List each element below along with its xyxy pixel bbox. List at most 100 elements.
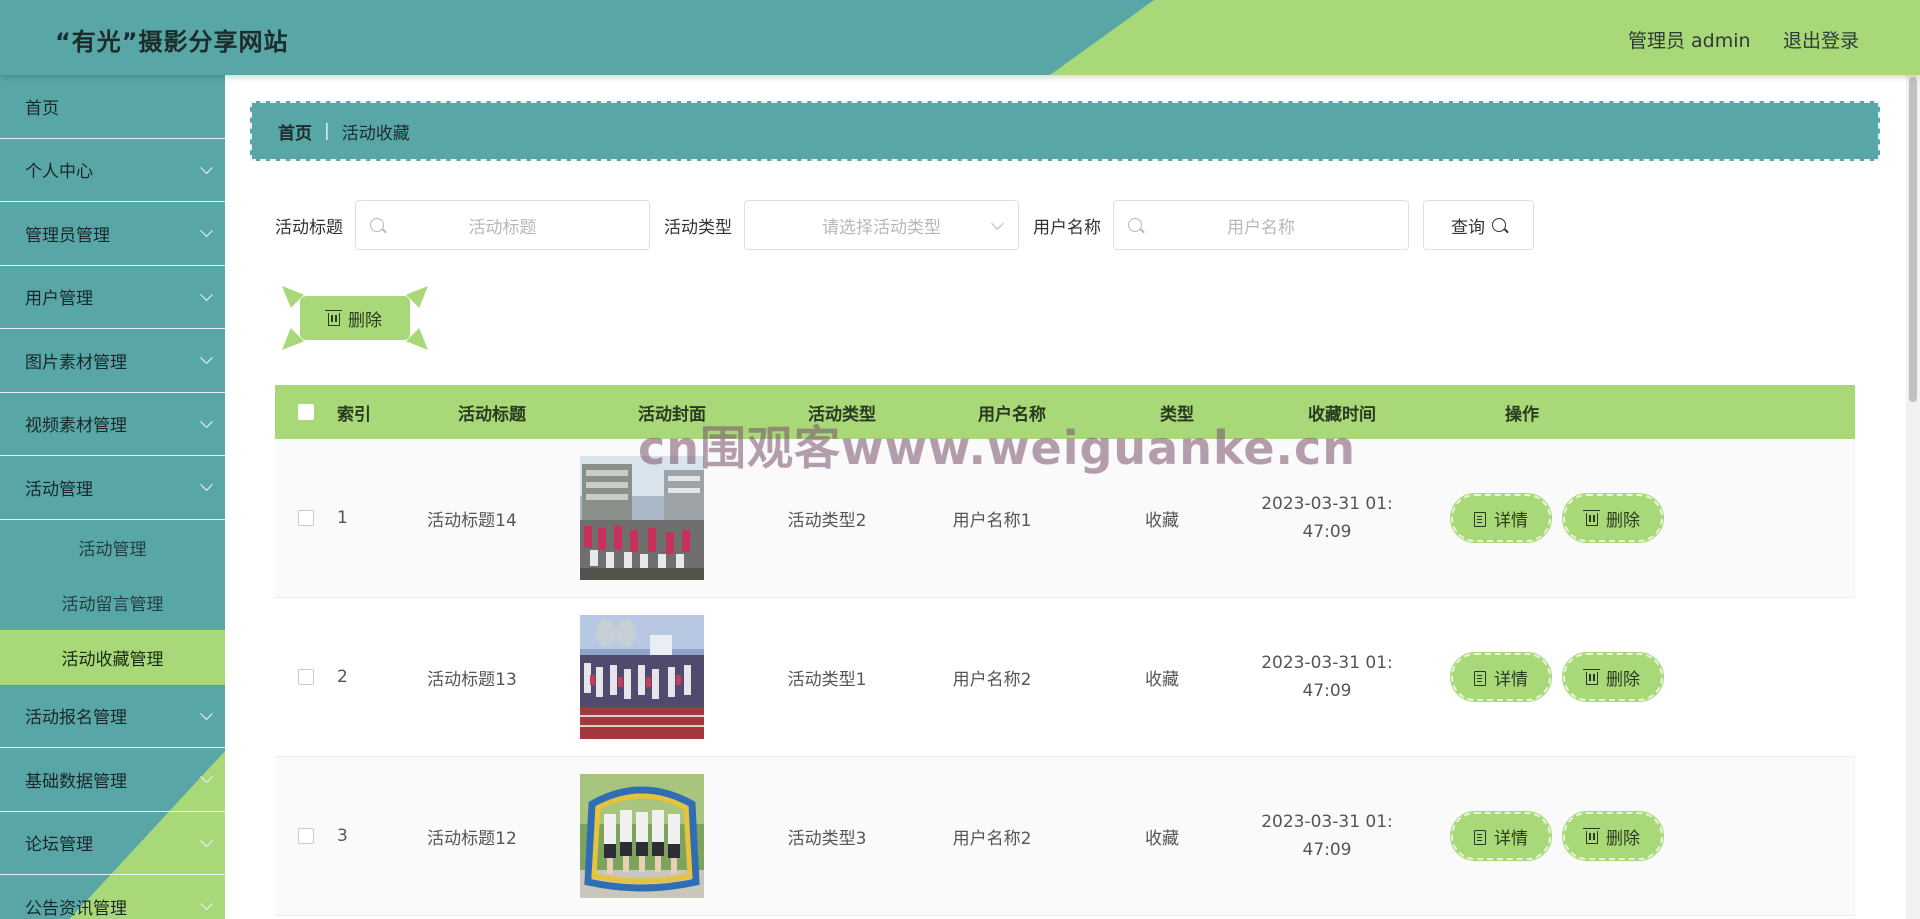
delete-label: 删除 <box>1606 669 1640 690</box>
cell-cover <box>537 615 747 739</box>
delete-label: 删除 <box>1606 828 1640 849</box>
col-title: 活动标题 <box>458 404 526 425</box>
scrollbar-thumb[interactable] <box>1909 77 1917 402</box>
sidebar-item-label: 个人中心 <box>25 162 93 183</box>
sidebar-subitem-activity-favorites[interactable]: 活动收藏管理 <box>0 629 225 685</box>
activity-cover-image[interactable] <box>580 615 704 739</box>
cell-time-wrap: 2023-03-31 01:47:09 <box>1247 808 1407 864</box>
activity-type-select[interactable]: 请选择活动类型 <box>744 200 1019 250</box>
table-row: 3 活动标题12 活动类型3 用户名称2 收藏 2023-03-31 01:47… <box>275 757 1855 916</box>
breadcrumb-home[interactable]: 首页 <box>278 119 312 144</box>
batch-delete-button[interactable]: 删除 <box>300 296 410 340</box>
logout-link[interactable]: 退出登录 <box>1783 26 1859 53</box>
query-button[interactable]: 查询 <box>1423 200 1534 250</box>
user-name-input[interactable]: 用户名称 <box>1113 200 1409 250</box>
delete-button[interactable]: 删除 <box>1562 493 1664 543</box>
cell-type: 活动类型1 <box>787 669 867 690</box>
cell-kind: 收藏 <box>1145 828 1179 849</box>
activity-title-input[interactable]: 活动标题 <box>355 200 650 250</box>
cell-time: 2023-03-31 01:47:09 <box>1261 653 1393 701</box>
cell-time: 2023-03-31 01:47:09 <box>1261 494 1393 542</box>
sidebar-item-activity-management[interactable]: 活动管理 <box>0 456 225 520</box>
delete-button[interactable]: 删除 <box>1562 811 1664 861</box>
activity-type-label: 活动类型 <box>664 217 732 238</box>
row-checkbox-cell <box>275 510 337 526</box>
site-title: “有光”摄影分享网站 <box>55 28 289 56</box>
cell-user: 用户名称2 <box>952 828 1032 849</box>
watermark: cn围观客www.weiguanke.cn <box>638 421 1357 475</box>
document-icon <box>1474 670 1486 686</box>
trash-icon <box>1583 827 1600 844</box>
cell-time-wrap: 2023-03-31 01:47:09 <box>1247 649 1407 705</box>
sidebar-item-home[interactable]: 首页 <box>0 75 225 139</box>
chevron-down-icon <box>200 161 213 174</box>
cell-type: 活动类型2 <box>787 510 867 531</box>
breadcrumb: 首页 | 活动收藏 <box>250 101 1880 161</box>
cell-kind: 收藏 <box>1145 669 1179 690</box>
sidebar-item-label: 活动报名管理 <box>25 708 127 729</box>
cell-user: 用户名称1 <box>952 510 1032 531</box>
select-all-checkbox[interactable] <box>298 404 314 420</box>
cell-time: 2023-03-31 01:47:09 <box>1261 812 1393 860</box>
chevron-down-icon <box>200 415 213 428</box>
sidebar-item-forum[interactable]: 论坛管理 <box>0 812 225 875</box>
sidebar-item-profile[interactable]: 个人中心 <box>0 139 225 202</box>
chevron-down-icon <box>200 478 213 492</box>
sidebar-item-video-management[interactable]: 视频素材管理 <box>0 393 225 456</box>
sidebar-item-label: 活动管理 <box>25 479 93 500</box>
detail-button[interactable]: 详情 <box>1450 652 1552 702</box>
cell-actions: 详情 删除 <box>1407 811 1707 861</box>
cell-index: 2 <box>337 667 348 687</box>
row-checkbox[interactable] <box>298 510 314 526</box>
cell-user: 用户名称2 <box>952 669 1032 690</box>
chevron-down-icon <box>200 770 213 784</box>
sidebar-item-user-management[interactable]: 用户管理 <box>0 266 225 329</box>
sidebar-item-label: 视频素材管理 <box>25 416 127 437</box>
cell-title: 活动标题14 <box>427 510 517 531</box>
user-name-placeholder: 用户名称 <box>1227 217 1295 238</box>
breadcrumb-separator: | <box>324 121 330 141</box>
chevron-down-icon <box>200 897 213 911</box>
detail-button[interactable]: 详情 <box>1450 493 1552 543</box>
sidebar-subitem-activity[interactable]: 活动管理 <box>0 520 225 575</box>
detail-button[interactable]: 详情 <box>1450 811 1552 861</box>
sidebar-item-announcements[interactable]: 公告资讯管理 <box>0 875 225 919</box>
sidebar-item-label: 基础数据管理 <box>25 771 127 792</box>
sidebar-item-image-management[interactable]: 图片素材管理 <box>0 329 225 393</box>
batch-delete-wrapper: 删除 <box>282 286 428 350</box>
chevron-down-icon <box>200 834 213 847</box>
delete-label: 删除 <box>1606 510 1640 531</box>
sidebar-item-admin-management[interactable]: 管理员管理 <box>0 202 225 266</box>
sidebar-item-label: 首页 <box>25 98 59 119</box>
row-checkbox[interactable] <box>298 828 314 844</box>
sidebar-item-base-data[interactable]: 基础数据管理 <box>0 748 225 812</box>
document-icon <box>1474 511 1486 527</box>
admin-label: 管理员 admin <box>1628 30 1751 52</box>
breadcrumb-current: 活动收藏 <box>341 123 410 144</box>
col-actions: 操作 <box>1505 404 1539 425</box>
sidebar-subitem-activity-comments[interactable]: 活动留言管理 <box>0 575 225 630</box>
chevron-down-icon <box>200 351 213 365</box>
search-icon <box>1492 218 1506 232</box>
sidebar-item-activity-signup[interactable]: 活动报名管理 <box>0 685 225 748</box>
row-checkbox[interactable] <box>298 669 314 685</box>
cell-kind: 收藏 <box>1145 510 1179 531</box>
cell-title: 活动标题13 <box>427 669 517 690</box>
table-row: 2 活动标题13 活动类型1 用户名称2 收藏 2023-03-31 01:47… <box>275 598 1855 757</box>
cell-index: 1 <box>337 508 348 528</box>
activity-title-label: 活动标题 <box>275 217 343 238</box>
activity-cover-image[interactable] <box>580 774 704 898</box>
cell-time-wrap: 2023-03-31 01:47:09 <box>1247 490 1407 546</box>
sidebar-item-label: 用户管理 <box>25 289 93 310</box>
detail-label: 详情 <box>1494 828 1528 849</box>
top-header: “有光”摄影分享网站 管理员 admin 退出登录 <box>0 0 1920 75</box>
sidebar-item-label: 论坛管理 <box>25 835 93 856</box>
search-bar: 活动标题 活动标题 活动类型 请选择活动类型 用户名称 用户名称 查询 <box>275 200 1534 250</box>
row-checkbox-cell <box>275 669 337 685</box>
row-checkbox-cell <box>275 828 337 844</box>
header-checkbox-cell <box>275 404 337 420</box>
detail-label: 详情 <box>1494 669 1528 690</box>
chevron-down-icon <box>200 224 213 238</box>
delete-button[interactable]: 删除 <box>1562 652 1664 702</box>
cell-title: 活动标题12 <box>427 828 517 849</box>
